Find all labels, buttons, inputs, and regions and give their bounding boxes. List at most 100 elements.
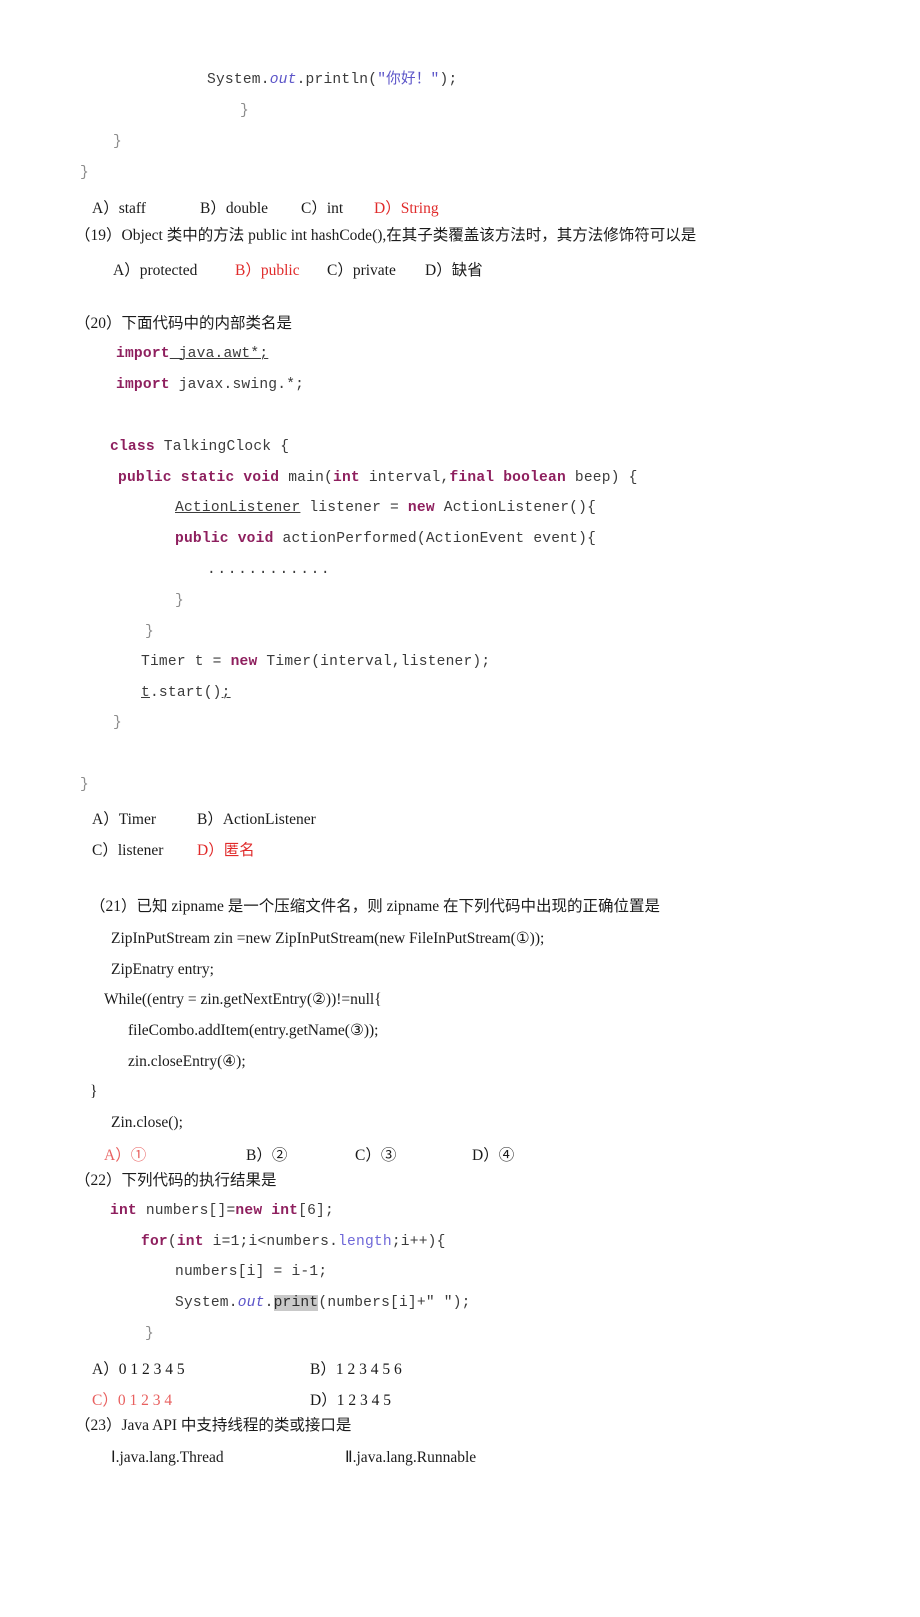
option-c-q22[interactable]: C）0 1 2 3 4 xyxy=(92,1388,172,1410)
question-22-stem: 下列代码的执行结果是 xyxy=(121,1172,277,1189)
code-token-final-boolean: final boolean xyxy=(449,470,566,486)
question-19-number: （19） xyxy=(75,227,122,244)
code-line-brace-main: } xyxy=(113,715,122,731)
code-line-brace-inner: } xyxy=(175,593,184,609)
code-token-semicolon: ); xyxy=(439,72,458,88)
code-token-int: int xyxy=(110,1203,137,1219)
code-line-brace-for: } xyxy=(145,1326,154,1342)
question-19: （19）Object 类中的方法 public int hashCode(),在… xyxy=(75,228,696,244)
option-b-q18[interactable]: B）double xyxy=(200,196,268,218)
code-line-brace-while: } xyxy=(90,1083,98,1100)
code-token-new: new xyxy=(407,500,435,516)
code-token-print-args: (numbers[i]+" "); xyxy=(318,1295,471,1311)
code-token-loop-incr: ;i++){ xyxy=(391,1234,446,1250)
code-token-import: import xyxy=(116,377,170,393)
code-line-brace-anon: } xyxy=(145,624,154,640)
code-line-closeentry: zin.closeEntry(④); xyxy=(128,1053,246,1070)
code-token-semicolon: ; xyxy=(221,685,231,701)
question-20: （20）下面代码中的内部类名是 xyxy=(75,316,292,332)
code-token-beep: beep) { xyxy=(565,470,638,486)
code-token-paren: ( xyxy=(167,1234,177,1250)
option-c-q19[interactable]: C）private xyxy=(327,258,396,280)
option-ii-q23[interactable]: Ⅱ.java.lang.Runnable xyxy=(345,1450,476,1466)
code-line-actionperformed: public void actionPerformed(ActionEvent … xyxy=(175,532,596,547)
code-token-int: int xyxy=(333,470,360,486)
code-line-brace-2: } xyxy=(113,134,122,150)
code-token-out: out xyxy=(269,72,297,88)
option-a-q18[interactable]: A）staff xyxy=(92,196,146,218)
option-c-q21[interactable]: C）③ xyxy=(355,1143,396,1165)
code-token-class-name: TalkingClock { xyxy=(154,439,290,455)
option-a-q21[interactable]: A）① xyxy=(104,1143,146,1165)
code-token-numbers: numbers[]= xyxy=(136,1203,236,1219)
option-d-q19[interactable]: D）缺省 xyxy=(425,258,483,280)
question-22: （22）下列代码的执行结果是 xyxy=(75,1173,277,1189)
code-token-swing-package: javax.swing.*; xyxy=(169,377,305,393)
code-token-print-highlighted: print xyxy=(273,1295,319,1311)
question-22-number: （22） xyxy=(75,1172,122,1189)
option-b-q20[interactable]: B）ActionListener xyxy=(197,807,316,829)
code-line-zinclose: Zin.close(); xyxy=(111,1114,183,1131)
code-token-new-int: new int xyxy=(235,1203,299,1219)
code-line-main-signature: public static void main(int interval,fin… xyxy=(118,471,638,486)
question-23-number: （23） xyxy=(75,1417,122,1434)
code-line-class-decl: class TalkingClock { xyxy=(110,440,289,455)
code-token-public-static-void: public static void xyxy=(118,470,280,486)
option-c-q18[interactable]: C）int xyxy=(301,196,343,218)
option-d-q18[interactable]: D）String xyxy=(374,196,439,218)
code-line-println: System.out.println("你好！"); xyxy=(207,73,457,88)
code-token-t-var: t xyxy=(141,685,150,701)
code-token-actionperformed: actionPerformed(ActionEvent event){ xyxy=(273,531,597,547)
code-token-interval: interval, xyxy=(359,470,450,486)
code-token-println: .println( xyxy=(296,72,378,88)
code-token-anonymous-class: ActionListener(){ xyxy=(434,500,597,516)
code-line-zipentry: ZipEnatry entry; xyxy=(111,961,214,978)
question-21-number: （21） xyxy=(90,898,137,915)
code-line-import-swing: import javax.swing.*; xyxy=(116,378,304,393)
code-token-new: new xyxy=(230,654,258,670)
question-20-stem: 下面代码中的内部类名是 xyxy=(121,315,293,332)
code-token-class: class xyxy=(110,439,155,455)
option-d-q21[interactable]: D）④ xyxy=(472,1143,514,1165)
code-line-timer: Timer t = new Timer(interval,listener); xyxy=(141,655,490,670)
option-d-q20[interactable]: D）匿名 xyxy=(197,838,255,860)
option-i-q23[interactable]: Ⅰ.java.lang.Thread xyxy=(111,1450,224,1466)
code-token-string-literal: "你好！" xyxy=(377,72,440,88)
question-23: （23）Java API 中支持线程的类或接口是 xyxy=(75,1418,351,1434)
code-line-print: System.out.print(numbers[i]+" "); xyxy=(175,1295,471,1311)
code-token-system: System. xyxy=(207,72,270,88)
question-20-number: （20） xyxy=(75,315,122,332)
option-a-q19[interactable]: A）protected xyxy=(113,258,197,280)
code-line-while: While((entry = zin.getNextEntry(②))!=nul… xyxy=(104,991,382,1008)
option-b-q22[interactable]: B）1 2 3 4 5 6 xyxy=(310,1357,402,1379)
option-a-q22[interactable]: A）0 1 2 3 4 5 xyxy=(92,1357,185,1379)
code-token-dot: . xyxy=(264,1295,274,1311)
code-token-public-void: public void xyxy=(175,531,274,547)
code-line-brace-1: } xyxy=(240,103,249,119)
code-token-timer-decl: Timer t = xyxy=(141,654,231,670)
option-c-q20[interactable]: C）listener xyxy=(92,838,163,860)
code-token-timer-args: Timer(interval,listener); xyxy=(257,654,491,670)
code-token-array-size: [6]; xyxy=(298,1203,334,1219)
question-23-stem: Java API 中支持线程的类或接口是 xyxy=(121,1417,352,1434)
code-line-zipinput: ZipInPutStream zin =new ZipInPutStream(n… xyxy=(111,930,545,947)
code-line-array-decl: int numbers[]=new int[6]; xyxy=(110,1204,334,1219)
code-token-start-call: .start() xyxy=(149,685,222,701)
code-token-system: System. xyxy=(175,1295,238,1311)
option-a-q20[interactable]: A）Timer xyxy=(92,807,156,829)
option-b-q19[interactable]: B）public xyxy=(235,258,300,280)
code-token-int: int xyxy=(176,1234,204,1250)
code-line-for-loop: for(int i=1;i<numbers.length;i++){ xyxy=(141,1235,446,1250)
code-line-start: t.start(); xyxy=(141,686,231,701)
code-token-for: for xyxy=(141,1234,168,1250)
exam-page: System.out.println("你好！"); } } } A）staff… xyxy=(0,0,920,1617)
option-d-q22[interactable]: D）1 2 3 4 5 xyxy=(310,1388,391,1410)
code-token-length: length xyxy=(338,1234,392,1250)
code-token-awt-package: java.awt*; xyxy=(169,346,269,362)
question-19-stem: Object 类中的方法 public int hashCode(),在其子类覆… xyxy=(121,227,697,244)
code-token-out: out xyxy=(237,1295,265,1311)
option-b-q21[interactable]: B）② xyxy=(246,1143,287,1165)
code-line-additem: fileCombo.addItem(entry.getName(③)); xyxy=(128,1022,379,1039)
question-21: （21）已知 zipname 是一个压缩文件名，则 zipname 在下列代码中… xyxy=(90,899,660,915)
code-line-ellipsis: ............ xyxy=(207,562,332,578)
